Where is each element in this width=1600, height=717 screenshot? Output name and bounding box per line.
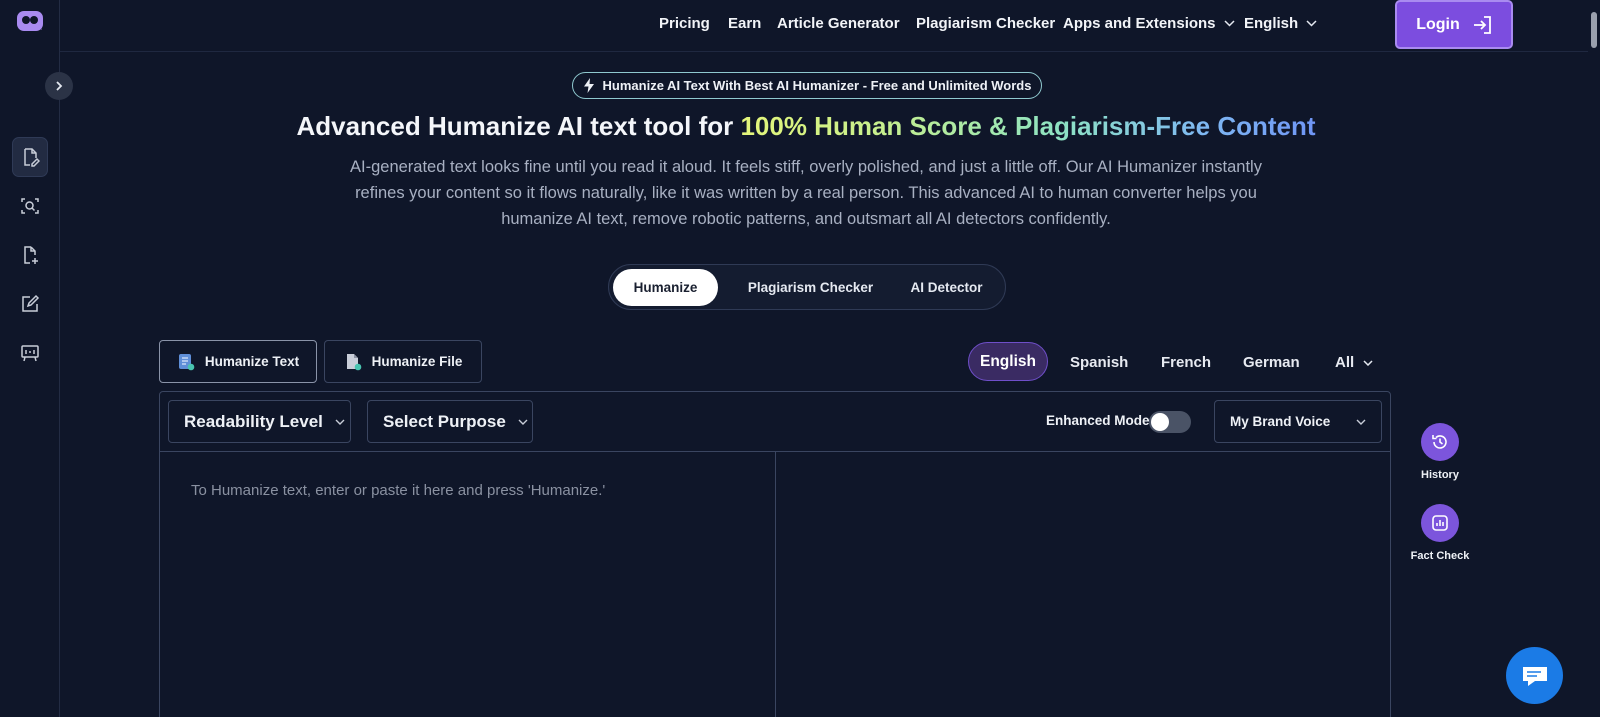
bar-chart-icon: [1432, 515, 1448, 531]
nav-apps-extensions-label: Apps and Extensions: [1063, 15, 1216, 32]
humanize-file-tab[interactable]: Humanize File: [324, 340, 482, 383]
history-tool[interactable]: History: [1405, 423, 1475, 481]
tool-switcher: Humanize Plagiarism Checker AI Detector: [608, 264, 1006, 310]
pen-square-icon: [22, 294, 40, 312]
sidebar-item-compare[interactable]: [12, 333, 48, 373]
app-logo-icon[interactable]: [17, 11, 43, 31]
login-label: Login: [1416, 15, 1460, 33]
language-english[interactable]: English: [968, 342, 1048, 381]
document-edit-icon: [24, 148, 40, 167]
language-french[interactable]: French: [1161, 354, 1211, 371]
language-all-label: All: [1335, 354, 1355, 371]
page-title-plain: Advanced Humanize AI text tool for: [296, 111, 741, 141]
chevron-down-icon: [1224, 20, 1235, 27]
nav-article-generator[interactable]: Article Generator: [777, 15, 900, 32]
hero-badge-text: Humanize AI Text With Best AI Humanizer …: [602, 78, 1032, 93]
sidebar-item-plagiarism[interactable]: [12, 235, 48, 275]
sidebar-item-humanizer[interactable]: [12, 137, 48, 177]
sidebar-item-writer[interactable]: [12, 284, 48, 324]
scan-search-icon: [21, 198, 39, 214]
tab-humanize[interactable]: Humanize: [613, 269, 718, 306]
readability-level-label: Readability Level: [184, 411, 323, 431]
chevron-down-icon: [335, 419, 345, 425]
top-navigation: Pricing Earn Article Generator Plagiaris…: [60, 0, 1588, 52]
page-scrollbar[interactable]: [1588, 0, 1600, 717]
expand-sidebar-button[interactable]: [45, 72, 73, 100]
page-title: Advanced Humanize AI text tool for 100% …: [0, 111, 1600, 142]
fact-check-button[interactable]: [1421, 504, 1459, 542]
presentation-board-icon: [21, 345, 39, 362]
fact-check-tool[interactable]: Fact Check: [1405, 504, 1475, 562]
toggle-knob: [1151, 413, 1169, 431]
chevron-right-icon: [56, 81, 63, 91]
readability-level-dropdown[interactable]: Readability Level: [168, 400, 351, 443]
chevron-down-icon: [1306, 20, 1317, 27]
brand-voice-label: My Brand Voice: [1230, 414, 1331, 429]
brand-voice-dropdown[interactable]: My Brand Voice: [1214, 400, 1382, 443]
hero-badge: Humanize AI Text With Best AI Humanizer …: [572, 72, 1042, 99]
humanize-file-label: Humanize File: [371, 354, 463, 369]
tab-plagiarism-checker[interactable]: Plagiarism Checker: [728, 269, 893, 306]
document-text-icon: [178, 353, 195, 370]
left-sidebar: [0, 0, 60, 717]
history-label: History: [1421, 469, 1459, 481]
humanize-text-label: Humanize Text: [204, 354, 300, 369]
history-icon: [1432, 435, 1447, 449]
login-button[interactable]: Login: [1395, 0, 1513, 49]
tab-ai-detector[interactable]: AI Detector: [894, 269, 999, 306]
fact-check-label: Fact Check: [1410, 550, 1470, 562]
language-german[interactable]: German: [1243, 354, 1300, 371]
nav-plagiarism-checker[interactable]: Plagiarism Checker: [916, 15, 1055, 32]
humanize-text-tab[interactable]: Humanize Text: [159, 340, 317, 383]
language-selector[interactable]: English: [1244, 15, 1317, 32]
input-text-area[interactable]: To Humanize text, enter or paste it here…: [191, 482, 605, 499]
language-selector-label: English: [1244, 15, 1299, 32]
language-all-dropdown[interactable]: All: [1335, 354, 1373, 371]
chevron-down-icon: [518, 419, 528, 425]
page-title-highlight: 100% Human Score & Plagiarism-Free Conte…: [740, 111, 1316, 141]
scrollbar-thumb[interactable]: [1591, 12, 1597, 48]
select-purpose-label: Select Purpose: [383, 411, 506, 431]
chevron-down-icon: [1356, 419, 1366, 425]
nav-pricing[interactable]: Pricing: [659, 15, 710, 32]
language-spanish[interactable]: Spanish: [1070, 354, 1128, 371]
chat-widget-button[interactable]: [1506, 647, 1563, 704]
enhanced-mode-toggle[interactable]: [1149, 411, 1191, 433]
file-add-icon: [24, 246, 38, 264]
file-upload-icon: [346, 353, 361, 370]
chevron-down-icon: [1363, 359, 1373, 366]
login-arrow-icon: [1473, 15, 1491, 34]
editor-toolbar: Readability Level Select Purpose Enhance…: [160, 392, 1390, 452]
hero-description: AI-generated text looks fine until you r…: [350, 158, 1262, 228]
history-button[interactable]: [1421, 423, 1459, 461]
nav-apps-extensions[interactable]: Apps and Extensions: [1063, 15, 1235, 32]
nav-earn[interactable]: Earn: [728, 15, 761, 32]
humanizer-editor: Readability Level Select Purpose Enhance…: [159, 391, 1391, 717]
sidebar-item-ai-detector[interactable]: [12, 186, 48, 226]
select-purpose-dropdown[interactable]: Select Purpose: [367, 400, 533, 443]
pane-divider: [775, 452, 776, 717]
enhanced-mode-label: Enhanced Mode: [1046, 413, 1150, 428]
lightning-icon: [583, 78, 594, 93]
chat-bubble-icon: [1522, 666, 1547, 686]
